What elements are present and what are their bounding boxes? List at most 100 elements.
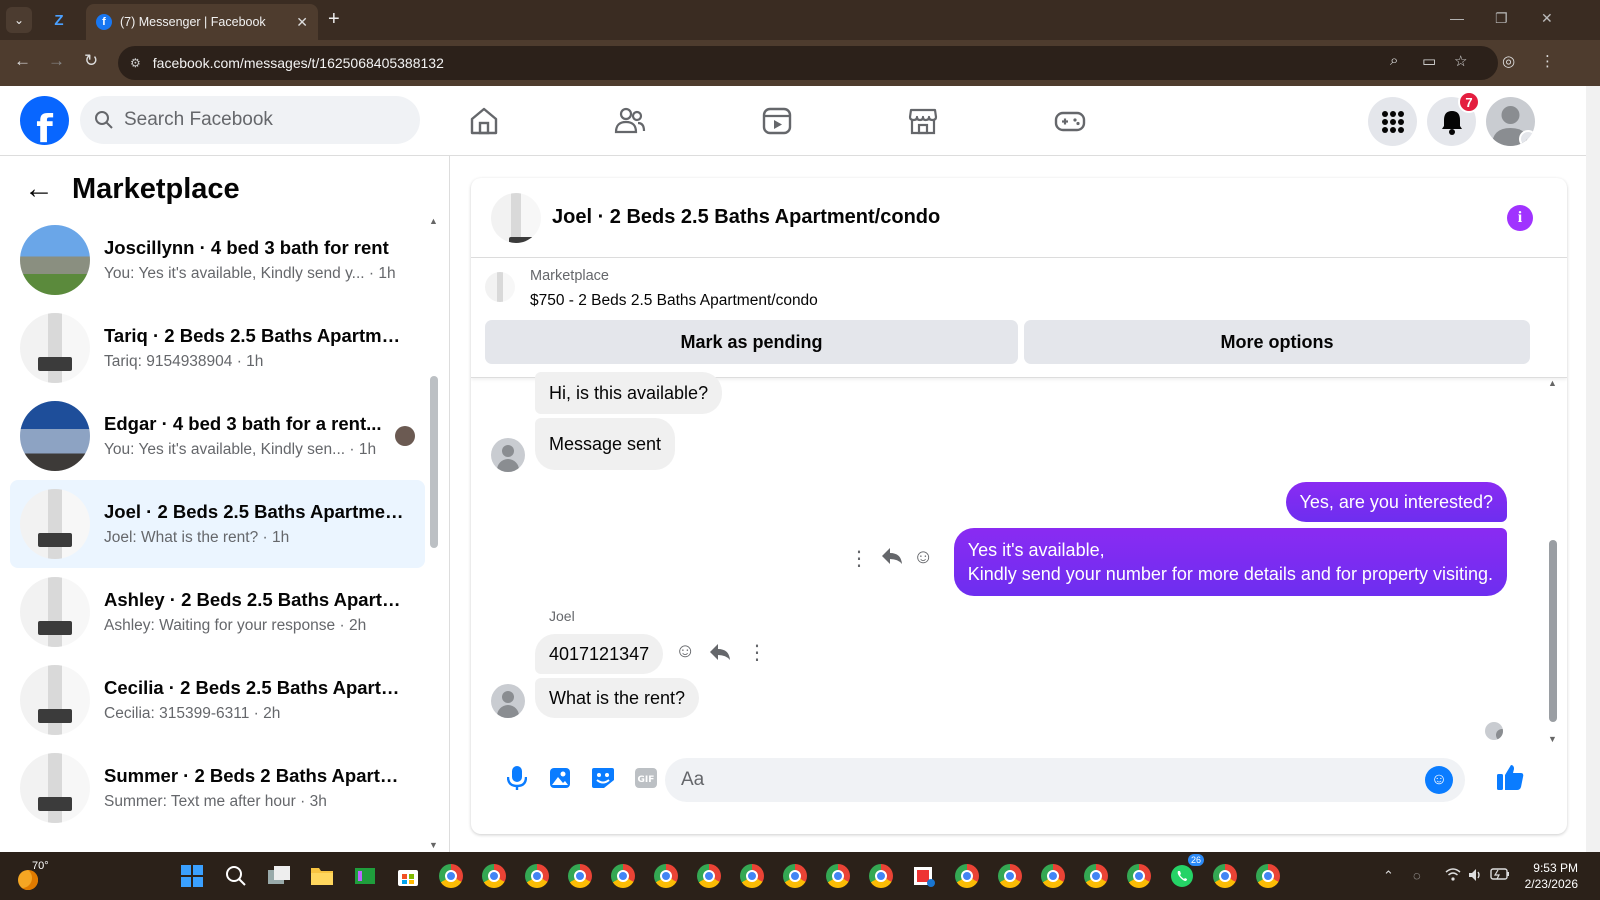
forward-icon[interactable]: → — [48, 51, 65, 71]
message-bubble-incoming[interactable]: Message sent — [535, 418, 676, 470]
chat-listing-avatar[interactable] — [491, 193, 541, 243]
restore-button[interactable]: ❐ — [1495, 10, 1508, 27]
chevron-up-icon[interactable]: ⌃ — [1383, 868, 1394, 884]
chrome-icon[interactable] — [695, 862, 723, 890]
chrome-icon[interactable] — [480, 862, 508, 890]
photo-icon[interactable] — [546, 764, 574, 792]
conversation-item[interactable]: Edgar · 4 bed 3 bath for a rent... You: Y… — [10, 392, 425, 480]
emoji-icon[interactable]: ☺ — [1425, 766, 1453, 794]
microphone-icon[interactable] — [503, 764, 531, 792]
chrome-icon[interactable] — [738, 862, 766, 890]
cast-icon[interactable]: ▭ — [1422, 52, 1436, 70]
chat-title[interactable]: Joel · 2 Beds 2.5 Baths Apartment/condo — [552, 206, 940, 229]
scroll-up-icon[interactable]: ▲ — [1548, 378, 1557, 388]
chrome-icon[interactable] — [867, 862, 895, 890]
windows-start-icon[interactable] — [178, 862, 206, 890]
profile-icon[interactable]: ◎ — [1502, 52, 1515, 70]
friends-icon[interactable] — [613, 104, 647, 138]
more-actions-icon[interactable]: ⋮ — [849, 546, 869, 571]
chrome-icon[interactable] — [824, 862, 852, 890]
conversation-list-scrollbar[interactable]: ▲ — [429, 216, 439, 828]
chrome-icon[interactable] — [437, 862, 465, 890]
scrollbar-thumb[interactable] — [430, 376, 438, 548]
wifi-icon[interactable] — [1445, 868, 1461, 884]
sync-icon[interactable]: ◌ — [1413, 868, 1421, 883]
reply-icon[interactable] — [881, 546, 903, 572]
site-info-icon[interactable]: ⚙ — [130, 56, 141, 70]
message-input-box[interactable]: ☺ — [665, 758, 1465, 802]
conversation-item[interactable]: Joscillynn · 4 bed 3 bath for rent You: Y… — [10, 216, 425, 304]
home-icon[interactable] — [467, 104, 501, 138]
react-emoji-icon[interactable]: ☺ — [913, 546, 933, 569]
bookmark-star-icon[interactable]: ☆ — [1454, 52, 1467, 70]
close-tab-icon[interactable]: ✕ — [296, 14, 308, 31]
url-text[interactable]: facebook.com/messages/t/1625068405388132 — [153, 55, 444, 71]
scroll-up-icon[interactable]: ▲ — [429, 216, 438, 226]
chrome-icon[interactable] — [1125, 862, 1153, 890]
conversation-item[interactable]: Tariq · 2 Beds 2.5 Baths Apartme... Tariq… — [10, 304, 425, 392]
marketplace-icon[interactable] — [906, 104, 940, 138]
chrome-icon[interactable] — [996, 862, 1024, 890]
message-bubble-incoming[interactable]: Hi, is this available? — [535, 372, 723, 414]
whatsapp-icon[interactable]: 26 — [1168, 854, 1204, 890]
react-emoji-icon[interactable]: ☺ — [675, 640, 695, 663]
chrome-icon[interactable] — [652, 862, 680, 890]
back-icon[interactable]: ← — [14, 51, 31, 71]
snipping-tool-icon[interactable] — [910, 862, 938, 890]
gif-icon[interactable]: GIF — [632, 764, 660, 792]
notifications-button[interactable]: 7 — [1427, 91, 1480, 146]
browser-menu-icon[interactable]: ⋮ — [1540, 52, 1555, 70]
message-bubble-incoming[interactable]: 4017121347 — [535, 634, 664, 674]
scroll-down-icon[interactable]: ▼ — [1548, 734, 1557, 744]
system-clock[interactable]: 9:53 PM 2/23/2026 — [1500, 860, 1578, 892]
reply-icon[interactable] — [709, 642, 731, 668]
back-arrow-icon[interactable]: ← — [24, 172, 54, 206]
chrome-icon[interactable] — [953, 862, 981, 890]
chrome-icon[interactable] — [609, 862, 637, 890]
chrome-icon[interactable] — [1039, 862, 1067, 890]
search-input[interactable] — [124, 109, 384, 131]
address-bar[interactable]: ⚙ facebook.com/messages/t/16250684053881… — [118, 46, 1498, 80]
file-explorer-icon[interactable] — [308, 862, 336, 890]
like-thumbs-up-icon[interactable] — [1493, 760, 1527, 794]
chrome-icon[interactable] — [523, 862, 551, 890]
chrome-icon[interactable] — [1082, 862, 1110, 890]
more-options-button[interactable]: More options — [1024, 320, 1530, 364]
workspace-icon[interactable]: Z — [48, 9, 70, 31]
message-input[interactable] — [681, 769, 1421, 791]
scroll-down-icon[interactable]: ▼ — [429, 840, 438, 850]
conversation-item[interactable]: Cecilia · 2 Beds 2.5 Baths Apartm... Ceci… — [10, 656, 425, 744]
close-window-button[interactable]: ✕ — [1541, 10, 1553, 27]
video-icon[interactable] — [760, 104, 794, 138]
message-bubble-incoming[interactable]: What is the rent? — [535, 678, 700, 718]
task-view-icon[interactable] — [265, 862, 293, 890]
chevron-down-icon[interactable]: ⌄ — [1519, 130, 1535, 146]
search-box[interactable] — [80, 96, 420, 144]
zoom-icon[interactable]: ⌕ — [1390, 52, 1398, 69]
microsoft-store-icon[interactable] — [394, 862, 422, 890]
message-bubble-outgoing[interactable]: Yes, are you interested? — [1285, 482, 1507, 522]
scrollbar-thumb[interactable] — [1549, 540, 1557, 722]
chrome-icon[interactable] — [1211, 862, 1239, 890]
search-icon[interactable] — [222, 862, 250, 890]
reload-icon[interactable]: ↻ — [84, 51, 98, 71]
app-icon[interactable] — [351, 862, 379, 890]
mark-as-pending-button[interactable]: Mark as pending — [485, 320, 1018, 364]
more-actions-icon[interactable]: ⋮ — [747, 640, 767, 665]
volume-icon[interactable] — [1468, 868, 1484, 885]
facebook-logo-icon[interactable]: f — [20, 96, 69, 145]
listing-title[interactable]: $750 - 2 Beds 2.5 Baths Apartment/condo — [530, 292, 818, 310]
account-avatar[interactable]: ⌄ — [1486, 97, 1535, 146]
conversation-item[interactable]: Summer · 2 Beds 2 Baths Apartm... Summer:… — [10, 744, 425, 832]
sticker-icon[interactable] — [589, 764, 617, 792]
chrome-icon[interactable] — [781, 862, 809, 890]
new-tab-button[interactable]: + — [328, 9, 340, 29]
browser-tab[interactable]: f (7) Messenger | Facebook ✕ — [86, 4, 318, 40]
menu-grid-button[interactable] — [1368, 97, 1417, 146]
page-scrollbar[interactable] — [1586, 86, 1600, 852]
chrome-icon[interactable] — [1254, 862, 1282, 890]
info-icon[interactable]: i — [1507, 205, 1533, 231]
conversation-item[interactable]: Ashley · 2 Beds 2.5 Baths Apartm... Ashle… — [10, 568, 425, 656]
tab-search-dropdown[interactable]: ⌄ — [6, 7, 32, 33]
minimize-button[interactable]: — — [1450, 10, 1464, 26]
